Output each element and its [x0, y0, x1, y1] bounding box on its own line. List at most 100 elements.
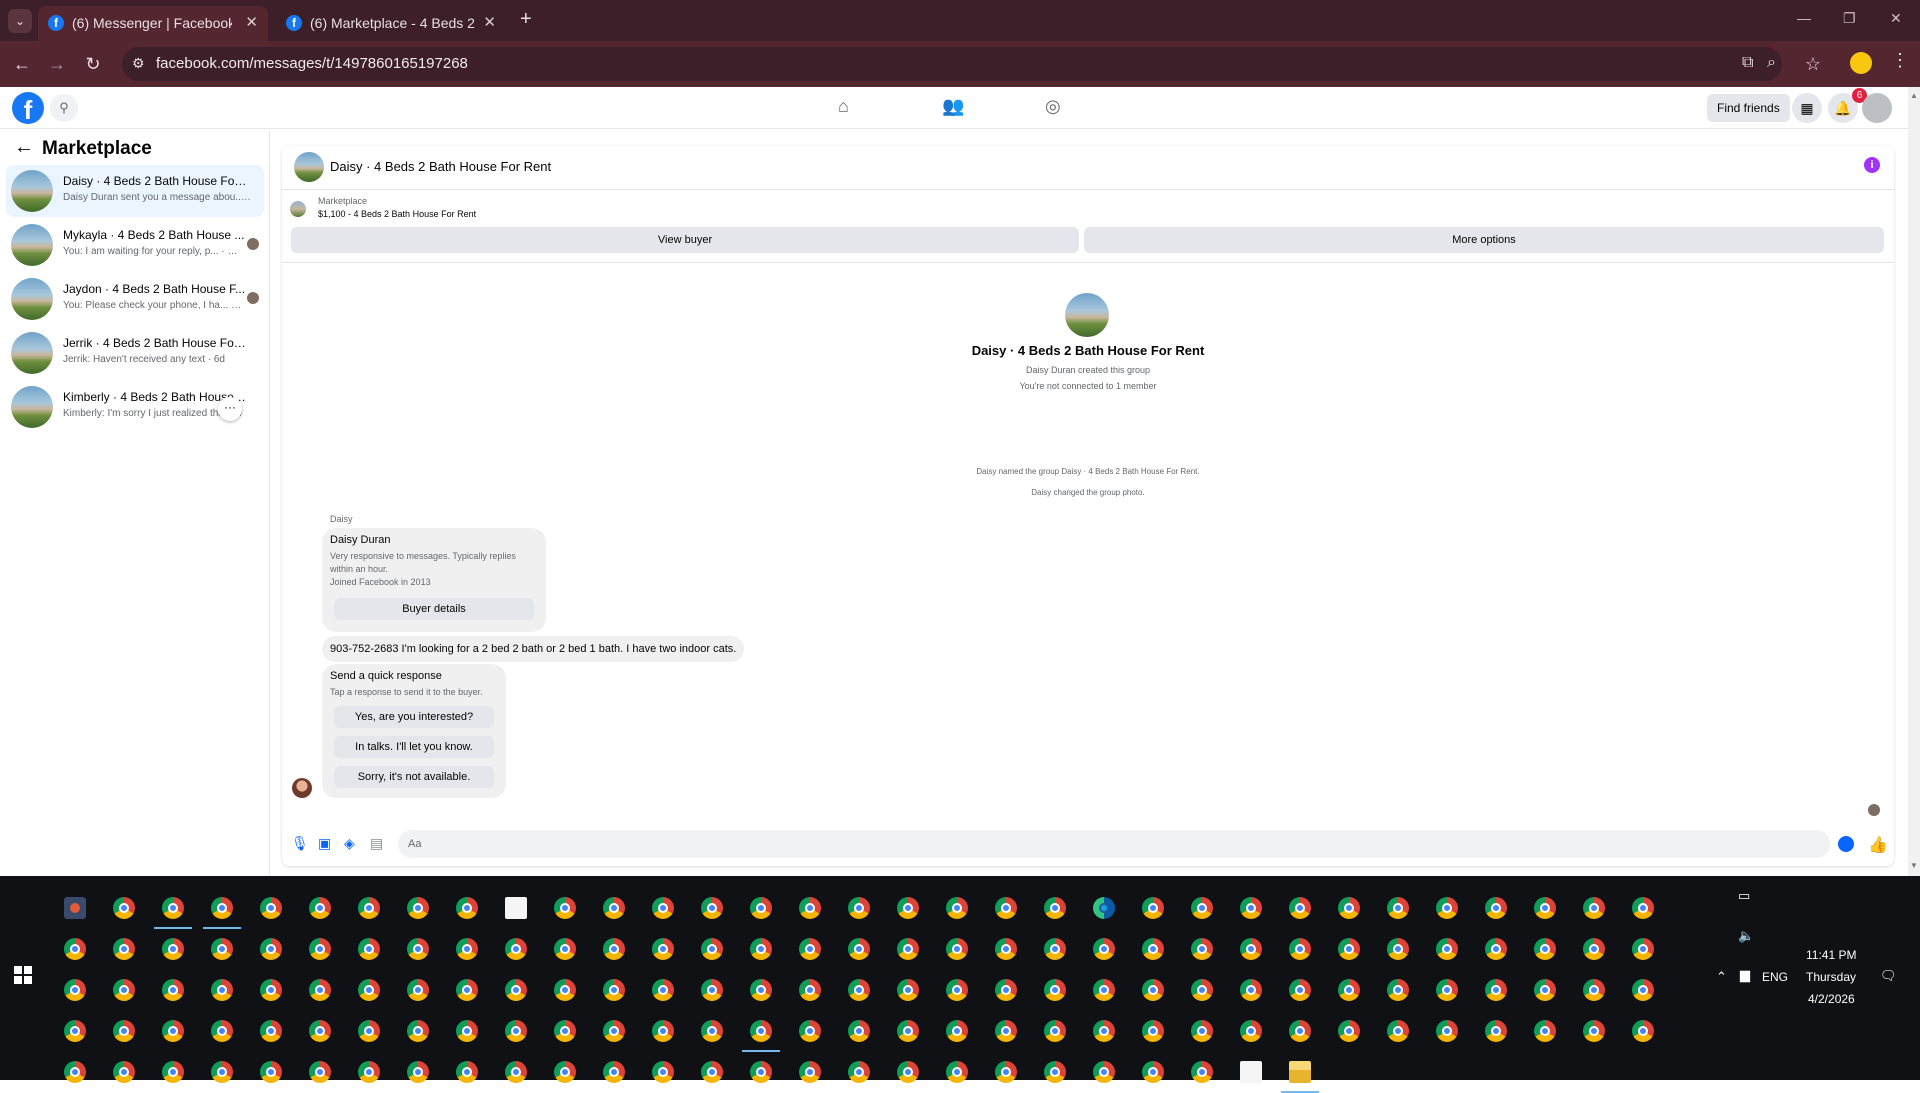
chrome-icon[interactable] — [701, 1020, 723, 1042]
chrome-icon[interactable] — [1583, 897, 1605, 919]
quick-response-in-talks-button[interactable]: In talks. I'll let you know. — [334, 736, 494, 758]
document-icon[interactable] — [505, 897, 527, 919]
page-scrollbar[interactable]: ▲ ▼ — [1908, 87, 1920, 876]
chrome-icon[interactable] — [554, 897, 576, 919]
windows-start-icon[interactable] — [14, 966, 32, 984]
chrome-icon[interactable] — [1240, 1020, 1262, 1042]
account-avatar[interactable] — [1862, 93, 1892, 123]
chrome-icon[interactable] — [1191, 938, 1213, 960]
chrome-icon[interactable] — [750, 938, 772, 960]
chrome-icon[interactable] — [113, 1020, 135, 1042]
chrome-icon[interactable] — [603, 979, 625, 1001]
minimize-icon[interactable]: — — [1797, 10, 1811, 26]
chrome-icon[interactable] — [1289, 1020, 1311, 1042]
chrome-icon[interactable] — [309, 979, 331, 1001]
chrome-icon[interactable] — [1044, 979, 1066, 1001]
chrome-icon[interactable] — [505, 938, 527, 960]
chrome-icon[interactable] — [358, 979, 380, 1001]
chrome-icon[interactable] — [1044, 938, 1066, 960]
chrome-icon[interactable] — [260, 938, 282, 960]
chrome-icon[interactable] — [1093, 1020, 1115, 1042]
chrome-icon[interactable] — [554, 938, 576, 960]
chrome-icon[interactable] — [701, 938, 723, 960]
chrome-icon[interactable] — [1583, 938, 1605, 960]
home-icon[interactable]: ⌂ — [838, 96, 849, 117]
install-app-icon[interactable]: ⧉ — [1742, 54, 1753, 72]
info-icon[interactable]: i — [1864, 157, 1880, 173]
chrome-icon[interactable] — [750, 979, 772, 1001]
tray-overflow-icon[interactable]: ⌃ — [1716, 969, 1727, 985]
chrome-icon[interactable] — [946, 979, 968, 1001]
chrome-icon[interactable] — [1632, 938, 1654, 960]
chrome-icon[interactable] — [1436, 1020, 1458, 1042]
chrome-icon[interactable] — [1534, 979, 1556, 1001]
chrome-icon[interactable] — [64, 938, 86, 960]
chrome-icon[interactable] — [456, 979, 478, 1001]
chrome-icon[interactable] — [799, 897, 821, 919]
chrome-icon[interactable] — [162, 1020, 184, 1042]
chrome-icon[interactable] — [1534, 1020, 1556, 1042]
chrome-icon[interactable] — [1142, 979, 1164, 1001]
chrome-icon[interactable] — [1093, 979, 1115, 1001]
thumbs-up-icon[interactable]: 👍 — [1868, 835, 1888, 855]
chrome-icon[interactable] — [995, 979, 1017, 1001]
chrome-icon[interactable] — [1240, 897, 1262, 919]
chrome-icon[interactable] — [1485, 979, 1507, 1001]
chrome-icon[interactable] — [946, 938, 968, 960]
bookmark-star-icon[interactable]: ☆ — [1800, 51, 1826, 77]
chrome-icon[interactable] — [1191, 1020, 1213, 1042]
chrome-icon[interactable] — [701, 979, 723, 1001]
chrome-icon[interactable] — [1289, 938, 1311, 960]
chrome-icon[interactable] — [309, 938, 331, 960]
app-icon[interactable] — [64, 897, 86, 919]
reload-icon[interactable]: ↻ — [80, 51, 106, 77]
friends-icon[interactable]: 👥 — [942, 96, 964, 117]
chrome-icon[interactable] — [358, 938, 380, 960]
chrome-icon[interactable] — [407, 897, 429, 919]
sticker-icon[interactable]: ◈ — [344, 835, 355, 852]
chrome-icon[interactable] — [1289, 897, 1311, 919]
chrome-icon[interactable] — [407, 979, 429, 1001]
clock-time[interactable]: 11:41 PM — [1806, 948, 1856, 962]
conversation-item-jerrik[interactable]: Jerrik · 4 Beds 2 Bath House For R... Je… — [6, 327, 264, 379]
chrome-icon[interactable] — [1583, 979, 1605, 1001]
chrome-icon[interactable] — [995, 897, 1017, 919]
gif-icon[interactable]: ▤ — [370, 835, 383, 852]
language-indicator[interactable]: ENG — [1762, 970, 1788, 984]
chrome-icon[interactable] — [799, 1020, 821, 1042]
facebook-logo-icon[interactable]: f — [12, 92, 44, 125]
chrome-icon[interactable] — [1632, 1020, 1654, 1042]
chrome-icon[interactable] — [652, 938, 674, 960]
chrome-icon[interactable] — [799, 979, 821, 1001]
conversation-item-mykayla[interactable]: Mykayla · 4 Beds 2 Bath House ... You: I… — [6, 219, 264, 271]
chrome-icon[interactable] — [1534, 938, 1556, 960]
restore-icon[interactable]: ❐ — [1843, 10, 1856, 27]
quick-response-yes-button[interactable]: Yes, are you interested? — [334, 706, 494, 728]
tab-search-button[interactable]: ⌄ — [8, 9, 32, 33]
listing-price-title[interactable]: $1,100 - 4 Beds 2 Bath House For Rent — [318, 209, 476, 219]
new-tab-button[interactable]: + — [520, 8, 532, 31]
chrome-icon[interactable] — [897, 1020, 919, 1042]
zoom-icon[interactable]: ⌕ — [1767, 54, 1776, 72]
chrome-icon[interactable] — [946, 1020, 968, 1042]
chrome-icon[interactable] — [652, 1020, 674, 1042]
chrome-icon[interactable] — [848, 897, 870, 919]
chrome-icon[interactable] — [1338, 897, 1360, 919]
chrome-icon[interactable] — [750, 1020, 772, 1042]
chrome-icon[interactable] — [1632, 979, 1654, 1001]
chrome-icon[interactable] — [1240, 938, 1262, 960]
chrome-icon[interactable] — [1191, 979, 1213, 1001]
address-bar[interactable]: ⚙ facebook.com/messages/t/14978601651972… — [122, 47, 1782, 81]
chrome-icon[interactable] — [603, 938, 625, 960]
conversation-item-daisy[interactable]: Daisy · 4 Beds 2 Bath House For R... Dai… — [6, 165, 264, 217]
chrome-icon[interactable] — [701, 897, 723, 919]
profile-avatar[interactable] — [1850, 52, 1872, 74]
chrome-icon[interactable] — [603, 1020, 625, 1042]
chrome-icon[interactable] — [113, 938, 135, 960]
close-tab-icon[interactable]: ✕ — [245, 13, 258, 31]
chrome-icon[interactable] — [211, 1020, 233, 1042]
chrome-icon[interactable] — [897, 938, 919, 960]
chrome-icon[interactable] — [897, 897, 919, 919]
tab-marketplace[interactable]: f (6) Marketplace - 4 Beds 2 Bath ✕ — [276, 6, 506, 41]
chrome-icon[interactable] — [1387, 938, 1409, 960]
